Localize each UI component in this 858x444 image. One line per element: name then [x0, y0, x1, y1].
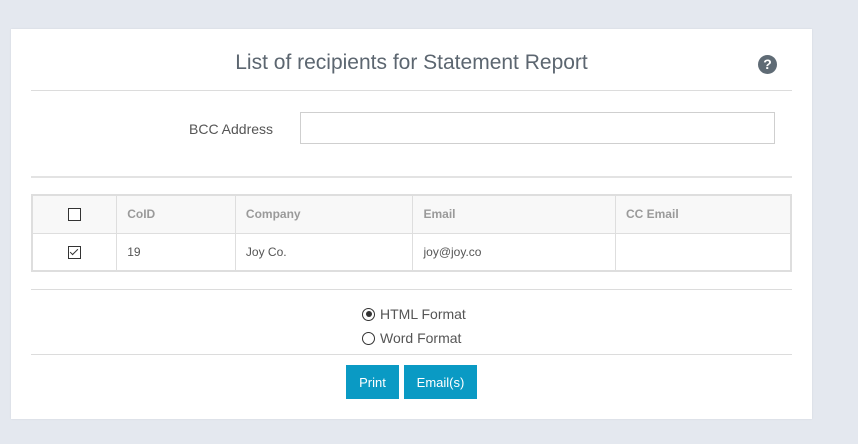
print-button[interactable]: Print	[346, 365, 399, 399]
select-all-checkbox[interactable]	[68, 208, 82, 222]
word-format-label: Word Format	[380, 330, 462, 346]
row-select-cell	[31, 232, 118, 272]
html-format-radio[interactable]	[362, 307, 375, 321]
select-all-cell	[31, 194, 118, 234]
table-row: 19 Joy Co. joy@joy.co	[31, 232, 792, 272]
divider	[31, 289, 792, 290]
email-cell: joy@joy.co	[412, 232, 616, 272]
format-radio-group: HTML Format Word Format	[362, 302, 466, 350]
word-format-radio[interactable]	[362, 331, 375, 345]
column-header-company[interactable]: Company	[234, 194, 414, 234]
recipients-dialog: List of recipients for Statement Report …	[11, 29, 812, 419]
row-checkbox[interactable]	[68, 245, 82, 259]
divider	[31, 354, 792, 355]
column-header-email[interactable]: Email	[412, 194, 616, 234]
html-format-label: HTML Format	[380, 306, 466, 322]
coid-cell: 19	[116, 232, 236, 272]
dialog-title: List of recipients for Statement Report	[235, 51, 588, 74]
bcc-address-label: BCC Address	[189, 121, 274, 137]
bcc-address-input[interactable]	[300, 112, 775, 144]
divider	[31, 176, 792, 178]
question-circle-icon[interactable]: ?	[758, 55, 777, 74]
word-format-option[interactable]: Word Format	[362, 326, 466, 350]
recipients-table: CoID Company Email CC Email 19 Joy Co. j…	[31, 194, 792, 272]
column-header-cc-email[interactable]: CC Email	[614, 194, 792, 234]
cc-email-cell	[614, 232, 792, 272]
column-header-coid[interactable]: CoID	[116, 194, 236, 234]
divider	[31, 90, 792, 91]
table-header-row: CoID Company Email CC Email	[31, 194, 792, 234]
html-format-option[interactable]: HTML Format	[362, 302, 466, 326]
email-button[interactable]: Email(s)	[404, 365, 477, 399]
company-cell: Joy Co.	[234, 232, 414, 272]
